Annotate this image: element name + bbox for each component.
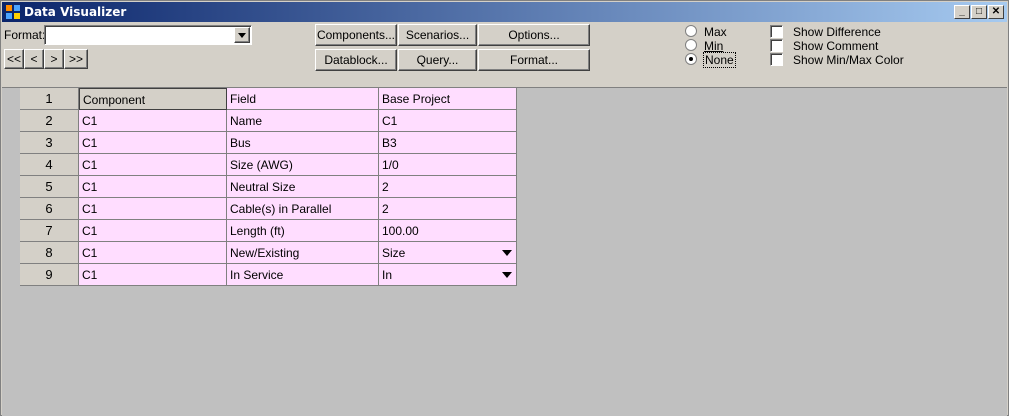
cell-component[interactable]: C1 xyxy=(79,220,227,242)
row-number[interactable]: 6 xyxy=(20,198,79,220)
cell-component[interactable]: C1 xyxy=(79,242,227,264)
row-number[interactable]: 9 xyxy=(20,264,79,286)
max-radio-label: Max xyxy=(704,25,727,39)
header-cell-field[interactable]: Field xyxy=(227,88,379,110)
cell-value[interactable]: B3 xyxy=(379,132,517,154)
header-cell-base-project[interactable]: Base Project xyxy=(379,88,517,110)
none-radio[interactable] xyxy=(685,53,697,65)
chevron-down-icon xyxy=(238,33,246,38)
row-number[interactable]: 1 xyxy=(20,88,79,110)
previous-record-button[interactable]: < xyxy=(24,49,44,69)
radio-selected-dot xyxy=(689,57,693,61)
cell-field[interactable]: Bus xyxy=(227,132,379,154)
cell-field[interactable]: New/Existing xyxy=(227,242,379,264)
row-number[interactable]: 3 xyxy=(20,132,79,154)
row-number[interactable]: 4 xyxy=(20,154,79,176)
cell-value[interactable]: C1 xyxy=(379,110,517,132)
scenarios-button[interactable]: Scenarios... xyxy=(398,24,477,46)
cell-value[interactable]: 2 xyxy=(379,176,517,198)
cell-field[interactable]: Length (ft) xyxy=(227,220,379,242)
window-title: Data Visualizer xyxy=(24,5,127,19)
maximize-button[interactable]: □ xyxy=(971,5,987,19)
cell-field[interactable]: Cable(s) in Parallel xyxy=(227,198,379,220)
cell-component[interactable]: C1 xyxy=(79,198,227,220)
show-minmax-color-label: Show Min/Max Color xyxy=(793,53,904,67)
cell-component[interactable]: C1 xyxy=(79,154,227,176)
datablock-button[interactable]: Datablock... xyxy=(315,49,397,71)
first-record-button[interactable]: << xyxy=(4,49,24,69)
chevron-down-icon[interactable] xyxy=(502,250,512,256)
show-minmax-color-checkbox[interactable] xyxy=(770,53,783,66)
cell-field[interactable]: Size (AWG) xyxy=(227,154,379,176)
chevron-down-icon[interactable] xyxy=(502,272,512,278)
show-comment-label: Show Comment xyxy=(793,39,879,53)
cell-field[interactable]: In Service xyxy=(227,264,379,286)
format-label: Format: xyxy=(4,28,46,42)
show-difference-label: Show Difference xyxy=(793,25,881,39)
show-comment-checkbox[interactable] xyxy=(770,39,783,52)
data-visualizer-app-icon xyxy=(6,5,20,19)
cell-component[interactable]: C1 xyxy=(79,110,227,132)
row-number[interactable]: 2 xyxy=(20,110,79,132)
row-number[interactable]: 5 xyxy=(20,176,79,198)
show-difference-checkbox[interactable] xyxy=(770,25,783,38)
cell-field[interactable]: Neutral Size xyxy=(227,176,379,198)
data-visualizer-window: Data Visualizer _ □ ✕ Format: Components… xyxy=(0,0,1009,416)
cell-value[interactable]: Size xyxy=(379,242,517,264)
none-radio-label: None xyxy=(703,52,736,68)
components-button[interactable]: Components... xyxy=(315,24,397,46)
cell-value[interactable]: 100.00 xyxy=(379,220,517,242)
row-number[interactable]: 8 xyxy=(20,242,79,264)
last-record-button[interactable]: >> xyxy=(64,49,88,69)
next-record-button[interactable]: > xyxy=(44,49,64,69)
cell-field[interactable]: Name xyxy=(227,110,379,132)
header-cell-component[interactable]: Component xyxy=(79,88,227,110)
cell-value[interactable]: In xyxy=(379,264,517,286)
format-button[interactable]: Format... xyxy=(478,49,590,71)
cell-component[interactable]: C1 xyxy=(79,176,227,198)
format-select[interactable] xyxy=(44,25,252,45)
cell-value[interactable]: 2 xyxy=(379,198,517,220)
cell-value[interactable]: 1/0 xyxy=(379,154,517,176)
close-button[interactable]: ✕ xyxy=(988,5,1004,19)
max-radio[interactable] xyxy=(685,25,697,37)
options-button[interactable]: Options... xyxy=(478,24,590,46)
format-dropdown-button[interactable] xyxy=(234,27,250,43)
row-number[interactable]: 7 xyxy=(20,220,79,242)
cell-component[interactable]: C1 xyxy=(79,264,227,286)
query-button[interactable]: Query... xyxy=(398,49,477,71)
min-radio[interactable] xyxy=(685,39,697,51)
minimize-button[interactable]: _ xyxy=(954,5,970,19)
cell-component[interactable]: C1 xyxy=(79,132,227,154)
title-bar[interactable]: Data Visualizer _ □ ✕ xyxy=(2,2,1007,22)
min-radio-label: Min xyxy=(704,39,724,53)
